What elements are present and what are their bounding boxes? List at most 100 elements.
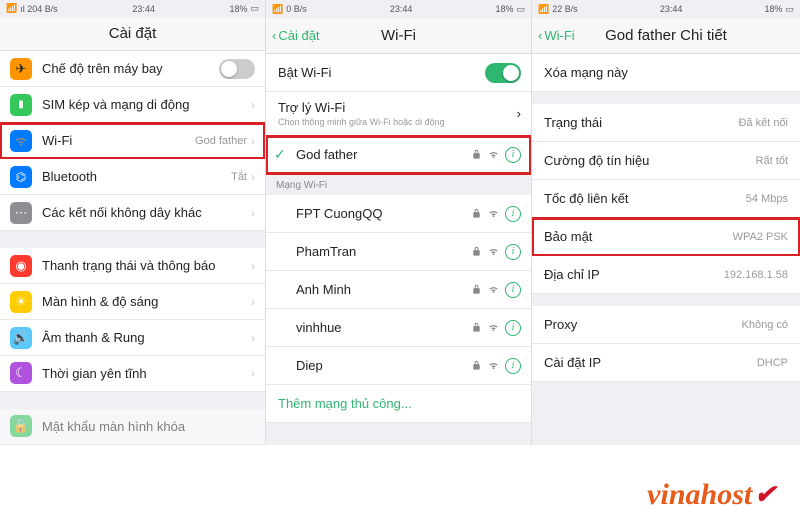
- page-title: Cài đặt: [0, 25, 265, 42]
- battery-icon: ▭: [785, 4, 794, 15]
- row-sound[interactable]: 🔊 Âm thanh & Rung ›: [0, 320, 265, 356]
- chevron-right-icon: ›: [251, 259, 255, 273]
- wifi-toggle[interactable]: [485, 63, 521, 83]
- row-add-network[interactable]: Thêm mạng thủ công...: [266, 385, 531, 423]
- status-bar: 📶ıl 204 B/s 23:44 18%▭: [0, 0, 265, 17]
- forget-label: Xóa mạng này: [544, 65, 628, 80]
- clock: 23:44: [390, 4, 413, 14]
- lock-wifi-info: i: [471, 206, 521, 222]
- network-name: PhamTran: [296, 244, 471, 259]
- chevron-right-icon: ›: [251, 366, 255, 380]
- section-gap: [532, 294, 800, 306]
- chevron-left-icon: ‹: [272, 28, 276, 43]
- battery-pct: 18%: [764, 4, 782, 14]
- lock-wifi-info: i: [471, 358, 521, 374]
- row-network[interactable]: Anh Minh i: [266, 271, 531, 309]
- row-display[interactable]: ☀︎ Màn hình & độ sáng ›: [0, 284, 265, 320]
- add-network-label: Thêm mạng thủ công...: [278, 396, 412, 411]
- chevron-right-icon: ›: [251, 331, 255, 345]
- lock-icon: 🔒: [10, 415, 32, 437]
- row-label: Thanh trạng thái và thông báo: [42, 258, 251, 273]
- row-network[interactable]: vinhhue i: [266, 309, 531, 347]
- kv-key: Cường độ tín hiệu: [544, 153, 649, 168]
- brightness-icon: ☀︎: [10, 291, 32, 313]
- row-sim[interactable]: ▮ SIM kép và mạng di động ›: [0, 87, 265, 123]
- chevron-right-icon: ›: [251, 206, 255, 220]
- row-notifications[interactable]: ◉ Thanh trạng thái và thông báo ›: [0, 248, 265, 284]
- row-connected-network[interactable]: ✓ God father i: [266, 136, 531, 174]
- row-ip: Địa chỉ IP 192.168.1.58: [532, 256, 800, 294]
- lock-wifi-info: i: [471, 147, 521, 163]
- row-label: Bật Wi-Fi: [278, 65, 485, 80]
- screen-settings: 📶ıl 204 B/s 23:44 18%▭ Cài đặt ✈︎ Chế độ…: [0, 0, 266, 445]
- row-network[interactable]: FPT CuongQQi: [266, 195, 531, 233]
- wifi-icon: [488, 246, 499, 257]
- row-label: Wi-Fi: [42, 133, 195, 148]
- lock-icon: [471, 246, 482, 257]
- airplane-toggle[interactable]: [219, 59, 255, 79]
- row-proxy[interactable]: Proxy Không có: [532, 306, 800, 344]
- back-button[interactable]: ‹Wi-Fi: [538, 28, 575, 43]
- info-icon[interactable]: i: [505, 358, 521, 374]
- row-forget-network[interactable]: Xóa mạng này: [532, 54, 800, 92]
- wifi-icon: [488, 322, 499, 333]
- wifi-icon: 📶: [272, 4, 283, 15]
- row-network[interactable]: Diepi: [266, 347, 531, 385]
- row-wifi-assist[interactable]: Trợ lý Wi-Fi Chọn thông minh giữa Wi-Fi …: [266, 92, 531, 136]
- info-icon[interactable]: i: [505, 244, 521, 260]
- back-button[interactable]: ‹Cài đặt: [272, 28, 320, 43]
- header: Cài đặt: [0, 17, 265, 51]
- row-wifi[interactable]: Wi-Fi God father ›: [0, 123, 265, 159]
- back-label: Cài đặt: [278, 28, 319, 43]
- kv-value: Đã kết nối: [738, 117, 788, 129]
- lock-icon: [471, 284, 482, 295]
- kv-value: WPA2 PSK: [733, 231, 788, 243]
- row-passcode[interactable]: 🔒 Mật khẩu màn hình khóa: [0, 409, 265, 445]
- row-value: God father: [195, 135, 247, 147]
- row-airplane[interactable]: ✈︎ Chế độ trên máy bay: [0, 51, 265, 87]
- network-list: FPT CuongQQiPhamTraniAnh MinhivinhhueiDi…: [266, 195, 531, 385]
- info-icon[interactable]: i: [505, 320, 521, 336]
- row-network[interactable]: PhamTran i: [266, 233, 531, 271]
- row-ip-settings[interactable]: Cài đặt IP DHCP: [532, 344, 800, 382]
- wifi-icon: 📶: [538, 4, 549, 15]
- battery-icon: ▭: [516, 4, 525, 15]
- row-security: Bảo mật WPA2 PSK: [532, 218, 800, 256]
- row-other-connections[interactable]: ⋯ Các kết nối không dây khác ›: [0, 195, 265, 231]
- net-speed: 0 B/s: [286, 4, 307, 14]
- kv-key: Bảo mật: [544, 229, 592, 244]
- network-name: Anh Minh: [296, 282, 471, 297]
- info-icon[interactable]: i: [505, 206, 521, 222]
- lock-icon: [471, 208, 482, 219]
- network-name: vinhhue: [296, 320, 471, 335]
- info-icon[interactable]: i: [505, 147, 521, 163]
- lock-wifi-info: i: [471, 320, 521, 336]
- bluetooth-icon: ⌬: [10, 166, 32, 188]
- row-label: Thời gian yên tĩnh: [42, 366, 251, 381]
- check-icon: ✓: [274, 146, 286, 163]
- network-name: God father: [296, 147, 471, 162]
- lock-icon: [471, 149, 482, 160]
- chevron-right-icon: ›: [251, 295, 255, 309]
- screen-wifi-detail: 📶22 B/s 23:44 18%▭ ‹Wi-Fi God father Chi…: [532, 0, 800, 445]
- sound-icon: 🔊: [10, 327, 32, 349]
- row-value: Tắt: [231, 171, 247, 183]
- check-icon: ✔: [754, 480, 776, 510]
- battery-pct: 18%: [495, 4, 513, 14]
- section-header: Mạng Wi-Fi: [266, 174, 531, 195]
- row-bluetooth[interactable]: ⌬ Bluetooth Tắt ›: [0, 159, 265, 195]
- row-label: Mật khẩu màn hình khóa: [42, 419, 255, 434]
- row-quiet[interactable]: ☾ Thời gian yên tĩnh ›: [0, 356, 265, 392]
- row-label: Bluetooth: [42, 169, 231, 184]
- chevron-right-icon: ›: [251, 98, 255, 112]
- row-label: Các kết nối không dây khác: [42, 205, 251, 220]
- row-wifi-toggle[interactable]: Bật Wi-Fi: [266, 54, 531, 92]
- status-bar: 📶22 B/s 23:44 18%▭: [532, 0, 800, 18]
- airplane-icon: ✈︎: [10, 58, 32, 80]
- kv-value: 54 Mbps: [746, 193, 788, 205]
- chevron-right-icon: ›: [517, 106, 521, 121]
- row-label: SIM kép và mạng di động: [42, 97, 251, 112]
- section-gap: [0, 392, 265, 409]
- info-icon[interactable]: i: [505, 282, 521, 298]
- wifi-icon: [488, 208, 499, 219]
